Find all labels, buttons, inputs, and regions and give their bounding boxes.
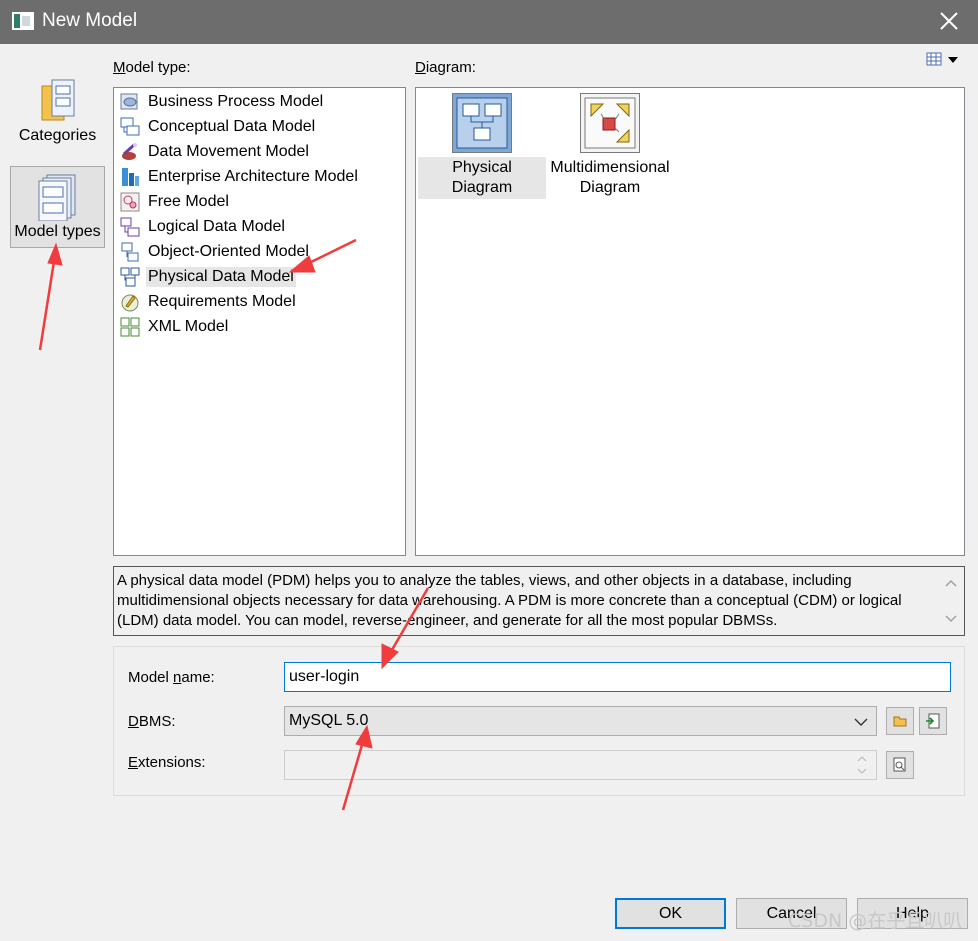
import-icon bbox=[926, 713, 940, 729]
list-item[interactable]: Conceptual Data Model bbox=[120, 115, 317, 138]
free-model-icon bbox=[120, 192, 140, 211]
xml-model-icon bbox=[120, 317, 140, 336]
multidimensional-label-line1: Multidimensional bbox=[550, 159, 670, 176]
model-types-icon bbox=[38, 174, 75, 221]
physical-data-model-icon bbox=[120, 267, 140, 286]
model-name-value: user-login bbox=[289, 668, 360, 685]
app-icon bbox=[12, 12, 34, 30]
physical-diagram-icon bbox=[452, 93, 512, 153]
model-description: A physical data model (PDM) helps you to… bbox=[113, 566, 965, 636]
magnifier-icon bbox=[893, 757, 906, 772]
dbms-select[interactable]: MySQL 5.0 bbox=[284, 706, 877, 736]
business-process-model-icon bbox=[120, 93, 138, 109]
dbms-value: MySQL 5.0 bbox=[289, 712, 369, 729]
list-item[interactable]: Enterprise Architecture Model bbox=[120, 165, 360, 188]
logical-data-model-icon bbox=[120, 217, 140, 236]
list-item[interactable]: Business Process Model bbox=[120, 90, 325, 113]
extensions-label: Extensions: bbox=[128, 754, 206, 771]
model-name-label: Model name: bbox=[128, 669, 215, 686]
browse-dbms-button[interactable] bbox=[886, 707, 914, 735]
multidimensional-diagram-icon bbox=[580, 93, 640, 153]
extensions-select-button[interactable] bbox=[886, 751, 914, 779]
list-item[interactable]: Object-Oriented Model bbox=[120, 240, 311, 263]
import-dbms-button[interactable] bbox=[919, 707, 947, 735]
diagram-label: Diagram: bbox=[415, 59, 476, 76]
sidebar-item-categories[interactable]: Categories bbox=[10, 76, 105, 154]
window-title: New Model bbox=[42, 10, 138, 31]
sidebar-item-model-types[interactable]: Model types bbox=[10, 166, 105, 248]
list-item-selected[interactable]: Physical Data Model bbox=[120, 265, 296, 288]
diagram-item-multidimensional[interactable]: Multidimensional Diagram bbox=[548, 93, 672, 199]
model-type-list[interactable]: Business Process Model Conceptual Data M… bbox=[113, 87, 406, 556]
dbms-label: DBMS: bbox=[128, 713, 176, 730]
list-item[interactable]: Logical Data Model bbox=[120, 215, 287, 238]
categories-icon bbox=[41, 79, 74, 121]
list-view-icon bbox=[926, 52, 958, 66]
folder-icon bbox=[893, 716, 907, 727]
ok-button[interactable]: OK bbox=[615, 898, 726, 929]
list-item[interactable]: Requirements Model bbox=[120, 290, 298, 313]
multidimensional-label-line2: Diagram bbox=[579, 179, 641, 196]
close-icon[interactable] bbox=[936, 8, 962, 34]
categories-label: Categories bbox=[18, 127, 97, 144]
diagram-item-physical[interactable]: Physical Diagram bbox=[418, 93, 546, 199]
scroll-up-icon[interactable] bbox=[938, 573, 964, 593]
model-type-label: Model type: bbox=[113, 59, 191, 76]
extensions-input[interactable] bbox=[284, 750, 877, 780]
spinner-icon bbox=[857, 756, 867, 774]
watermark: CSDN @在乎且叭叭 bbox=[788, 910, 963, 932]
chevron-down-icon bbox=[854, 718, 868, 726]
model-name-input[interactable]: user-login bbox=[284, 662, 951, 692]
description-text: A physical data model (PDM) helps you to… bbox=[117, 572, 902, 629]
list-item[interactable]: Free Model bbox=[120, 190, 231, 213]
title-bar: New Model bbox=[0, 0, 978, 44]
object-oriented-model-icon bbox=[121, 242, 139, 261]
conceptual-data-model-icon bbox=[120, 117, 140, 135]
diagram-list[interactable]: Physical Diagram Multidimensional Diagra… bbox=[415, 87, 965, 556]
annotation-arrow-model-types bbox=[38, 254, 57, 351]
description-scrollbar[interactable] bbox=[938, 567, 964, 635]
list-item[interactable]: XML Model bbox=[120, 315, 230, 338]
data-movement-model-icon bbox=[122, 142, 137, 160]
view-mode-toggle[interactable] bbox=[926, 52, 962, 68]
list-item[interactable]: Data Movement Model bbox=[120, 140, 311, 163]
scroll-down-icon[interactable] bbox=[938, 609, 964, 629]
requirements-model-icon bbox=[121, 294, 139, 311]
model-types-label: Model types bbox=[14, 223, 101, 240]
enterprise-architecture-model-icon bbox=[122, 167, 139, 186]
